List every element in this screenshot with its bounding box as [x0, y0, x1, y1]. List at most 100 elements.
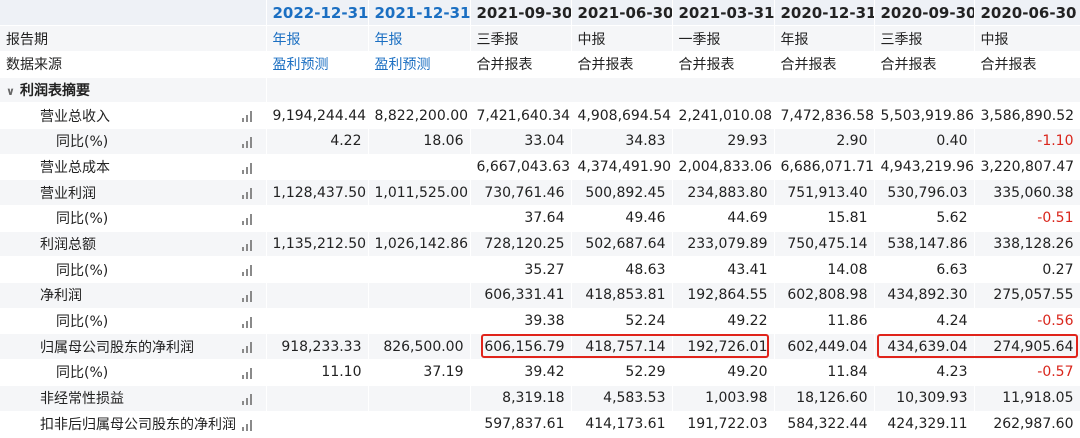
bar-chart-icon[interactable]	[241, 316, 254, 328]
data-source-3: 合并报表	[571, 51, 673, 78]
cell-value: -0.57	[974, 359, 1080, 386]
row-label: 同比(%)	[0, 256, 267, 284]
bar-chart-icon[interactable]	[241, 291, 254, 303]
cell-value: 192,726.01	[672, 333, 775, 361]
row-label: 同比(%)	[0, 308, 267, 335]
cell-value: -0.56	[974, 308, 1080, 335]
cell-value: 434,639.04	[874, 333, 975, 361]
cell-value: 4,374,491.90	[571, 154, 673, 181]
bar-chart-icon[interactable]	[241, 393, 254, 405]
column-date-2[interactable]: 2021-09-30	[470, 0, 572, 27]
column-date-3[interactable]: 2021-06-30	[571, 0, 673, 27]
column-date-1[interactable]: 2021-12-31	[368, 0, 471, 27]
data-source-1[interactable]: 盈利预测	[368, 51, 471, 78]
cell-value	[266, 385, 369, 412]
bar-chart-icon[interactable]	[241, 419, 254, 431]
cell-value: 530,796.03	[874, 179, 975, 206]
cell-value: 8,822,200.00	[368, 102, 471, 129]
cell-value: 418,757.14	[571, 333, 673, 361]
cell-value: 52.29	[571, 359, 673, 386]
cell-value: 2.90	[774, 128, 875, 155]
row-label: 净利润	[0, 282, 267, 309]
cell-value: 11.10	[266, 359, 369, 386]
column-date-4[interactable]: 2021-03-31	[672, 0, 775, 27]
column-date-7[interactable]: 2020-06-30	[974, 0, 1080, 27]
cell-value: 233,079.89	[672, 231, 775, 258]
report-type-1: 年报	[368, 25, 471, 52]
data-source-label: 数据来源	[0, 51, 267, 78]
cell-value: 7,472,836.58	[774, 102, 875, 129]
cell-value: 52.24	[571, 308, 673, 335]
cell-value: 826,500.00	[368, 333, 471, 361]
cell-value: 6.63	[874, 256, 975, 284]
section-header[interactable]: ∨ 利润表摘要	[0, 77, 267, 104]
cell-value: 11.84	[774, 359, 875, 386]
cell-value	[368, 411, 471, 438]
row-label-text: 营业总收入	[40, 108, 110, 125]
bar-chart-icon[interactable]	[241, 368, 254, 380]
cell-value	[368, 385, 471, 412]
bar-chart-icon[interactable]	[241, 265, 254, 277]
column-date-6[interactable]: 2020-09-30	[874, 0, 975, 27]
cell-value: 49.46	[571, 205, 673, 232]
report-type-7: 中报	[974, 25, 1080, 52]
cell-value: 0.40	[874, 128, 975, 155]
cell-value: 1,135,212.50	[266, 231, 369, 258]
cell-value: 602,808.98	[774, 282, 875, 309]
bar-chart-icon[interactable]	[241, 214, 254, 225]
column-date-0[interactable]: 2022-12-31	[266, 0, 369, 27]
row-label-text: 同比(%)	[56, 314, 109, 331]
report-type-2: 三季报	[470, 25, 572, 52]
cell-value: 584,322.44	[774, 411, 875, 438]
report-period-label: 报告期	[0, 25, 267, 52]
table-row: 同比(%) 4.22 18.06 33.04 34.83 29.93 2.90 0.40 -1.…	[0, 128, 1080, 155]
table-row: 归属母公司股东的净利润 918,233.33 826,500.00 606,156.7…	[0, 333, 1080, 361]
cell-value: 3,586,890.52	[974, 102, 1080, 129]
bar-chart-icon[interactable]	[241, 239, 254, 251]
bar-chart-icon[interactable]	[241, 111, 254, 123]
cell-value: 275,057.55	[974, 282, 1080, 309]
cell-value: 424,329.11	[874, 411, 975, 438]
cell-value: 4,583.53	[571, 385, 673, 412]
cell-value: 1,003.98	[672, 385, 775, 412]
section-title: 利润表摘要	[20, 82, 90, 99]
table-row: 同比(%) 39.38 52.24 49.22 11.86 4.24 -0.56	[0, 308, 1080, 335]
data-source-6: 合并报表	[874, 51, 975, 78]
section-row[interactable]: ∨ 利润表摘要	[0, 77, 1080, 104]
cell-value: 191,722.03	[672, 411, 775, 438]
cell-value	[266, 154, 369, 181]
report-type-3: 中报	[571, 25, 673, 52]
cell-value: 39.38	[470, 308, 572, 335]
cell-value: 49.22	[672, 308, 775, 335]
data-source-0[interactable]: 盈利预测	[266, 51, 369, 78]
bar-chart-icon[interactable]	[241, 188, 254, 200]
income-statement-table: 2022-12-31 2021-12-31 2021-09-30 2021-06-30…	[0, 0, 1080, 438]
row-label-text: 同比(%)	[56, 134, 109, 151]
bar-chart-icon[interactable]	[241, 136, 254, 148]
cell-value: 4.22	[266, 128, 369, 155]
chevron-down-icon[interactable]: ∨	[6, 85, 20, 98]
table-row: 扣非后归属母公司股东的净利润 597,837.61 414,173.61 191,72…	[0, 411, 1080, 438]
cell-value	[266, 256, 369, 284]
cell-value: 274,905.64	[974, 333, 1080, 361]
cell-value: 3,220,807.47	[974, 154, 1080, 181]
cell-value: 39.42	[470, 359, 572, 386]
cell-value	[368, 282, 471, 309]
cell-value: 2,241,010.08	[672, 102, 775, 129]
cell-value: 18,126.60	[774, 385, 875, 412]
bar-chart-icon[interactable]	[241, 162, 254, 174]
cell-value: 918,233.33	[266, 333, 369, 361]
cell-value: 14.08	[774, 256, 875, 284]
row-label: 归属母公司股东的净利润	[0, 333, 267, 361]
table-row: 利润总额 1,135,212.50 1,026,142.86 728,120.25 50…	[0, 231, 1080, 258]
table-row: 营业利润 1,128,437.50 1,011,525.00 730,761.46 50…	[0, 179, 1080, 206]
bar-chart-icon[interactable]	[241, 342, 254, 354]
row-label-text: 净利润	[40, 288, 82, 305]
cell-value: 43.41	[672, 256, 775, 284]
cell-value: 35.27	[470, 256, 572, 284]
cell-value	[368, 256, 471, 284]
row-label: 营业利润	[0, 179, 267, 206]
cell-value: 9,194,244.44	[266, 102, 369, 129]
column-date-5[interactable]: 2020-12-31	[774, 0, 875, 27]
table-row: 营业总收入 9,194,244.44 8,822,200.00 7,421,640.3…	[0, 102, 1080, 129]
